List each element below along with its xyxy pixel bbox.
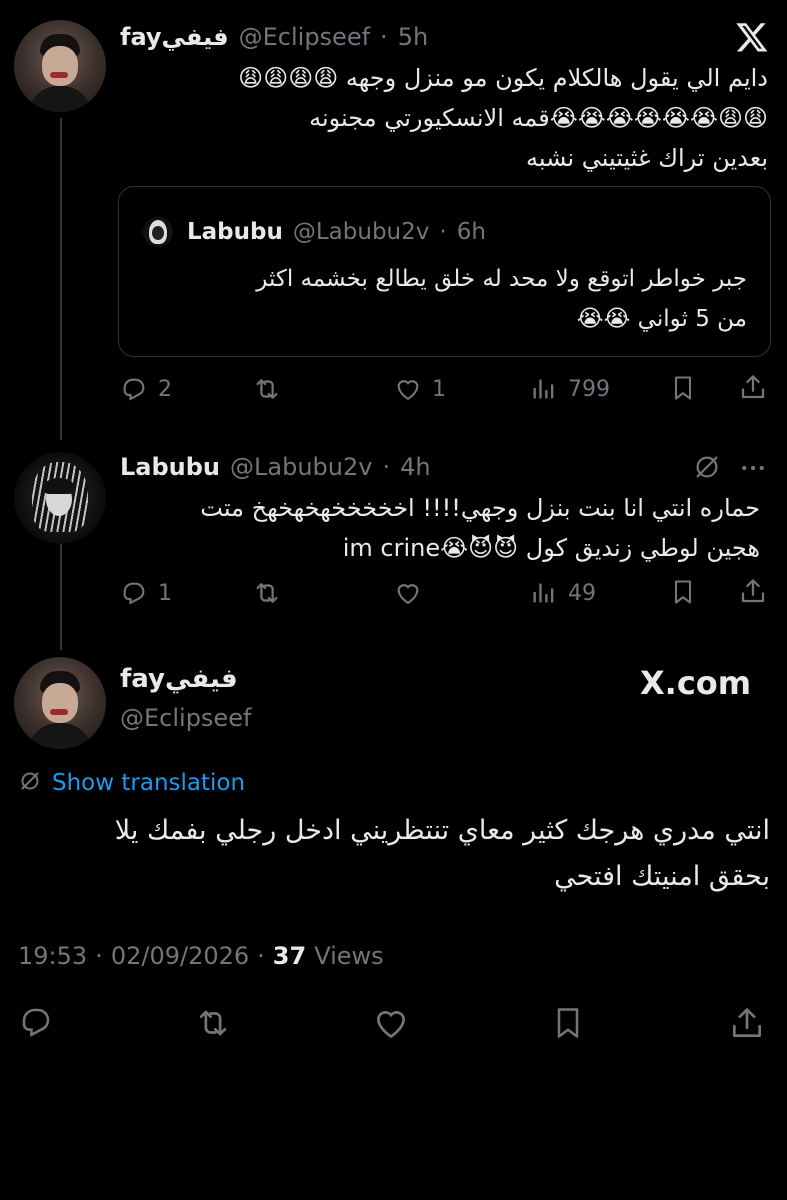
show-translation-label[interactable]: Show translation [52,770,245,796]
translate-icon [18,769,42,797]
bookmark-icon [550,1008,586,1046]
timestamp[interactable]: 4h [400,453,430,481]
heart-icon [372,1011,410,1046]
like-button[interactable]: 1 [394,372,446,406]
views-label: Views [314,942,384,970]
display-name[interactable]: Labubu [120,453,220,481]
reply-button[interactable]: 1 [120,576,172,610]
thread-line [60,118,62,440]
timestamp[interactable]: 5h [398,23,428,51]
heart-icon [394,375,422,403]
tweet-text: حماره انتي انا بنت بنزل وجهي!!!! اخخخخخه… [200,494,760,562]
handle[interactable]: @Eclipseef [120,704,251,732]
views-chart-icon [530,375,558,403]
translate-icon[interactable] [692,452,722,486]
avatar[interactable] [14,20,106,112]
display-name[interactable]: fayفيفي [120,23,229,51]
retweet-icon [194,1010,232,1046]
avatar[interactable] [14,452,106,544]
retweet-icon [252,578,282,608]
avatar[interactable] [14,657,106,749]
retweet-button[interactable] [194,1004,232,1046]
x-logo-icon[interactable] [735,20,769,54]
display-name: Labubu [187,219,283,245]
reply-count: 1 [158,580,172,606]
share-icon[interactable] [738,372,768,406]
display-name[interactable]: fayفيفي [120,664,238,694]
quoted-tweet-text: جبر خواطر اتوقع ولا محد له خلق يطالع بخش… [256,266,747,332]
retweet-button[interactable] [252,372,282,406]
tweet-date[interactable]: 02/09/2026 [111,942,249,970]
share-icon [728,1008,766,1046]
views-count: 49 [568,580,596,606]
views-count: 799 [568,376,610,402]
handle[interactable]: @Eclipseef [239,23,370,51]
timestamp: 6h [456,219,486,245]
like-button[interactable] [394,576,422,610]
tweet-text: انتي مدري هرجك كثير معاي تنتظريني ادخل ر… [114,815,770,892]
x-com-watermark: X.com [640,664,752,702]
like-button[interactable] [372,1004,410,1046]
heart-icon [394,579,422,607]
like-count: 1 [432,376,446,402]
quoted-tweet[interactable]: Labubu @Labubu2v · 6h جبر خواطر اتوقع ول… [118,186,771,357]
handle: @Labubu2v [292,219,430,245]
tweet-meta: 19:53 · 02/09/2026 · 37 Views [18,942,384,970]
views-button[interactable]: 799 [530,372,610,406]
reply-icon [18,1008,54,1044]
thread-line [60,530,62,650]
bookmark-button[interactable] [550,1004,586,1046]
show-translation-link[interactable]: Show translation [18,768,245,798]
share-icon[interactable] [738,576,768,610]
bookmark-icon[interactable] [669,373,697,407]
tweet-time[interactable]: 19:53 [18,942,87,970]
retweet-button[interactable] [252,576,282,610]
reply-icon [120,579,148,607]
retweet-icon [252,374,282,404]
reply-button[interactable]: 2 [120,372,172,406]
avatar [143,217,173,247]
handle[interactable]: @Labubu2v [230,453,372,481]
reply-button[interactable] [18,1004,54,1044]
views-chart-icon [530,579,558,607]
reply-icon [120,375,148,403]
more-icon[interactable] [738,453,768,487]
views-button[interactable]: 49 [530,576,596,610]
share-button[interactable] [728,1004,766,1046]
reply-count: 2 [158,376,172,402]
views-count: 37 [272,942,307,970]
tweet-text: دايم الي يقول هالكلام يكون مو منزل وجهه … [238,64,768,172]
bookmark-icon[interactable] [669,577,697,611]
